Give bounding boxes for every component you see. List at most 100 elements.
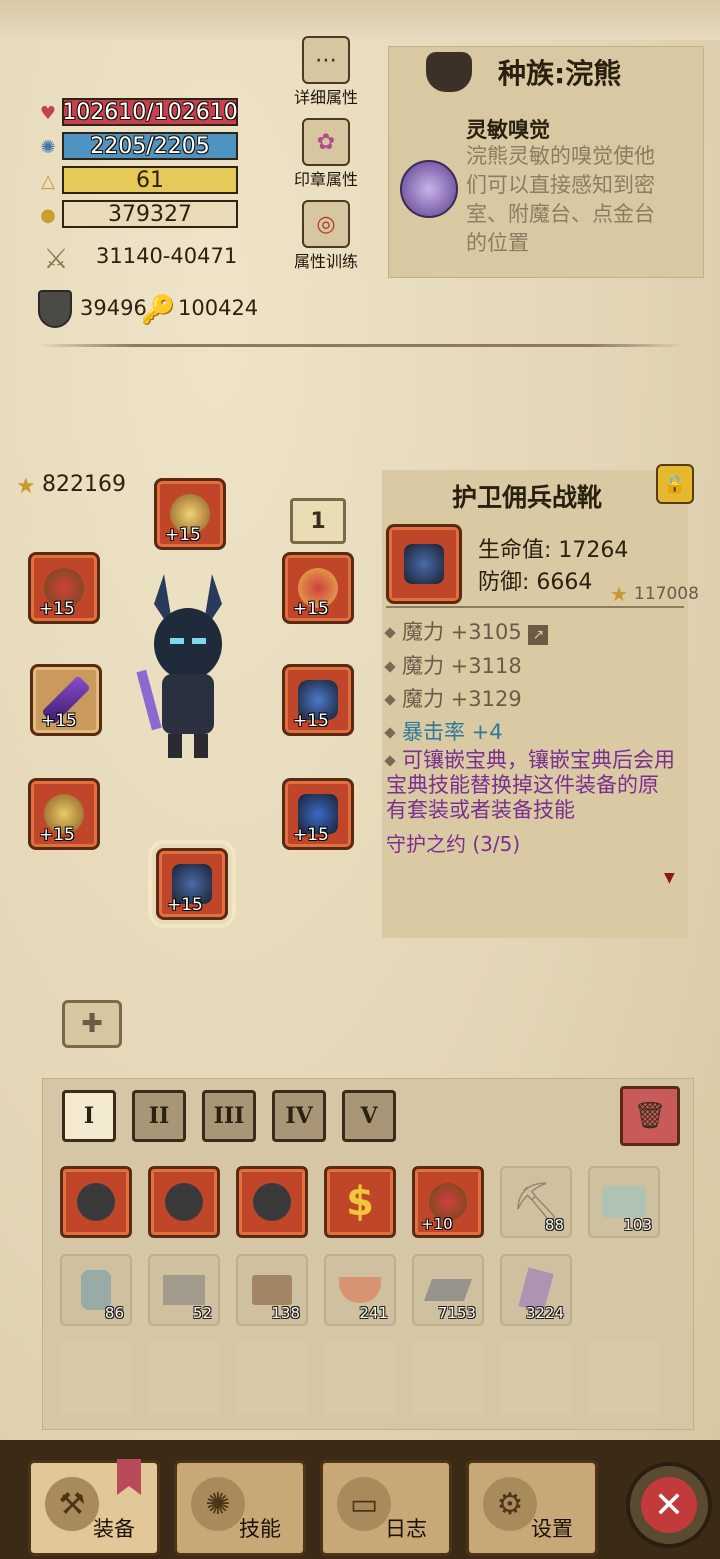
- equip-slot-amulet[interactable]: +15: [28, 552, 100, 624]
- divider: [36, 344, 686, 347]
- tab-2[interactable]: II: [132, 1090, 186, 1142]
- equip-slot-boots[interactable]: +15: [148, 840, 236, 928]
- nav-log[interactable]: ▭ 日志: [320, 1460, 452, 1556]
- target-icon: ◎: [302, 200, 350, 248]
- close-button[interactable]: ✕: [626, 1462, 712, 1548]
- gold-bar: 379327: [62, 200, 238, 228]
- tab-3[interactable]: III: [202, 1090, 256, 1142]
- raccoon-icon: [426, 52, 472, 92]
- detail-attributes-label: 详细属性: [293, 88, 358, 107]
- gold-dollar-icon: $: [346, 1179, 374, 1225]
- inventory-empty-slot[interactable]: [324, 1342, 396, 1414]
- level-bar: 61: [62, 166, 238, 194]
- inventory-item-9[interactable]: 52: [148, 1254, 220, 1326]
- enhance-level: +15: [293, 825, 329, 845]
- item-count: 138: [271, 1304, 300, 1322]
- item-count: 103: [623, 1216, 652, 1234]
- scroll-icon: ▭: [337, 1477, 391, 1531]
- inventory-item-8[interactable]: 86: [60, 1254, 132, 1326]
- seal-attributes-label: 印章属性: [293, 170, 358, 189]
- triangle-icon: △: [41, 170, 55, 192]
- item-attr-2: 魔力 +3118: [384, 650, 522, 680]
- equip-slot-necklace[interactable]: +15: [282, 552, 354, 624]
- inventory-empty-slot[interactable]: [588, 1342, 660, 1414]
- inventory-item-11[interactable]: 241: [324, 1254, 396, 1326]
- item-count: 7153: [437, 1304, 476, 1322]
- item-note: 可镶嵌宝典，镶嵌宝典后会用宝典技能替换掉这件装备的原有套装或者装备技能: [384, 748, 675, 822]
- race-skill-description: 浣熊灵敏的嗅觉使他们可以直接感知到密室、附魔台、点金台的位置: [466, 144, 655, 255]
- detail-attributes-button[interactable]: ⋯ 详细属性: [294, 36, 358, 108]
- tab-1[interactable]: I: [62, 1090, 116, 1142]
- inventory-item-10[interactable]: 138: [236, 1254, 308, 1326]
- heart-icon: ♥: [39, 102, 57, 124]
- inventory-item-3[interactable]: [236, 1166, 308, 1238]
- inventory-empty-slot[interactable]: [412, 1342, 484, 1414]
- expand-button[interactable]: ✚: [62, 1000, 122, 1048]
- scroll-down-icon[interactable]: ▼: [664, 870, 675, 886]
- inventory-item-6[interactable]: ⛏ 88: [500, 1166, 572, 1238]
- enhance-level: +15: [293, 599, 329, 619]
- total-score: 822169: [42, 472, 126, 497]
- item-detail-icon: [386, 524, 462, 604]
- inventory-item-13[interactable]: 3224: [500, 1254, 572, 1326]
- stone-block-icon: [163, 1275, 205, 1305]
- inventory-empty-slot[interactable]: [500, 1342, 572, 1414]
- skill-sun-icon: ✺: [191, 1477, 245, 1531]
- lock-icon[interactable]: 🔒: [656, 464, 694, 504]
- item-score-star-icon: ★: [610, 582, 628, 606]
- inventory-item-12[interactable]: 7153: [412, 1254, 484, 1326]
- shield-icon: [38, 290, 72, 328]
- boots-icon: [404, 544, 444, 584]
- equip-slot-weapon[interactable]: +15: [30, 664, 102, 736]
- item-count: 3224: [525, 1304, 564, 1322]
- inventory-item-1[interactable]: [60, 1166, 132, 1238]
- equip-slot-ring[interactable]: +15: [28, 778, 100, 850]
- bowl-icon: [339, 1277, 381, 1303]
- enhance-level: +10: [421, 1215, 453, 1233]
- item-count: 88: [544, 1216, 564, 1234]
- enhance-level: +15: [41, 711, 77, 731]
- item-crit: 暴击率 +4: [384, 716, 503, 746]
- attribute-training-label: 属性训练: [293, 252, 358, 271]
- nav-log-label: 日志: [385, 1517, 427, 1541]
- axe-icon: ⚒: [45, 1477, 99, 1531]
- hp-row: ♥: [36, 98, 60, 128]
- equip-slot-chest[interactable]: +15: [282, 778, 354, 850]
- gear-icon: ⚙: [483, 1477, 537, 1531]
- item-attr-1: 魔力 +3105 ↗: [384, 616, 549, 646]
- bookmark-icon: [117, 1459, 141, 1495]
- inventory-empty-slot[interactable]: [60, 1342, 132, 1414]
- nav-settings[interactable]: ⚙ 设置: [466, 1460, 598, 1556]
- inventory-empty-slot[interactable]: [236, 1342, 308, 1414]
- nav-equipment[interactable]: ⚒ 装备: [28, 1459, 160, 1556]
- set-badge[interactable]: 1: [290, 498, 346, 544]
- scroll-map-icon: [602, 1186, 646, 1218]
- race-title: 种族:浣熊: [498, 57, 622, 90]
- item-score: 117008: [634, 584, 699, 604]
- character-avatar: [134, 574, 242, 764]
- enhance-level: +15: [165, 525, 201, 545]
- seal-attributes-button[interactable]: ✿ 印章属性: [294, 118, 358, 190]
- chest-icon: [252, 1275, 292, 1305]
- magic-staff-icon: 🔑: [140, 292, 176, 326]
- trash-icon[interactable]: 🗑: [620, 1086, 680, 1146]
- enhance-level: +15: [39, 825, 75, 845]
- detail-divider: [386, 606, 684, 608]
- inventory-item-7[interactable]: 103: [588, 1166, 660, 1238]
- enhance-level: +15: [167, 895, 203, 915]
- attribute-training-button[interactable]: ◎ 属性训练: [294, 200, 358, 272]
- equip-slot-shoulder[interactable]: +15: [282, 664, 354, 736]
- equip-slot-helmet[interactable]: +15: [154, 478, 226, 550]
- inventory-item-5[interactable]: +10: [412, 1166, 484, 1238]
- inventory-item-2[interactable]: [148, 1166, 220, 1238]
- level-row: △: [36, 166, 60, 196]
- nav-skills-label: 技能: [239, 1517, 281, 1541]
- nav-skills[interactable]: ✺ 技能: [174, 1460, 306, 1556]
- tab-4[interactable]: IV: [272, 1090, 326, 1142]
- tab-5[interactable]: V: [342, 1090, 396, 1142]
- inventory-item-4[interactable]: $: [324, 1166, 396, 1238]
- inventory-empty-slot[interactable]: [148, 1342, 220, 1414]
- star-icon: ★: [16, 474, 36, 499]
- defense-value: 39496: [80, 296, 147, 320]
- item-count: 241: [359, 1304, 388, 1322]
